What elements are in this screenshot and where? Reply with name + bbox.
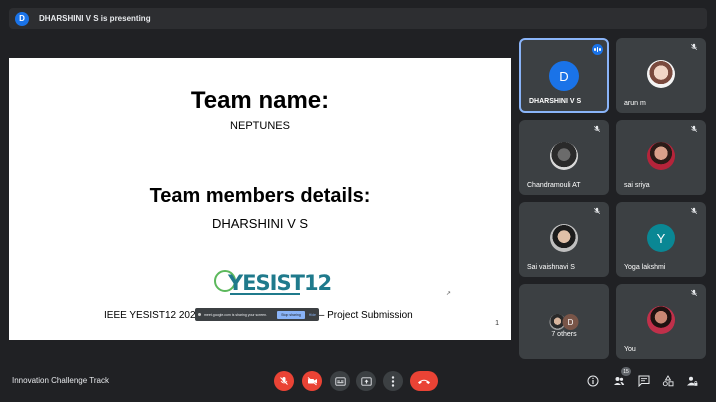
avatar (550, 224, 578, 252)
participant-name: DHARSHINI V S (529, 98, 582, 105)
participant-tile[interactable]: Y Yoga lakshmi (616, 202, 706, 277)
mic-off-icon (690, 289, 698, 297)
avatar: D (549, 61, 579, 91)
screen-share-toast: meet.google.com is sharing your screen. … (195, 308, 319, 321)
presenting-banner: D DHARSHINI V S is presenting (9, 8, 707, 29)
present-screen-icon (360, 376, 372, 386)
mic-off-icon (690, 125, 698, 133)
participant-tile[interactable]: Sai vaishnavi S (519, 202, 609, 277)
others-tile[interactable]: D 7 others (519, 284, 609, 359)
slide-page-number: 1 (495, 320, 499, 327)
logo-underline (230, 293, 300, 295)
chat-icon (638, 375, 650, 387)
participant-tile[interactable]: D DHARSHINI V S (519, 38, 609, 113)
logo-text: YESIST12 (228, 271, 332, 295)
more-options-button[interactable] (383, 371, 403, 391)
participant-name: Yoga lakshmi (624, 264, 666, 271)
participant-name: sai sriya (624, 182, 650, 189)
mic-off-icon (690, 207, 698, 215)
participants-button[interactable]: 15 (611, 367, 631, 389)
info-icon (587, 375, 599, 387)
slide-title-members: Team members details: (149, 185, 371, 207)
avatar: Y (647, 224, 675, 252)
mic-toggle-button[interactable] (274, 371, 294, 391)
participant-tile[interactable]: arun m (616, 38, 706, 113)
toast-text: meet.google.com is sharing your screen. (204, 312, 268, 317)
chat-button[interactable] (636, 373, 652, 389)
participant-count-badge: 15 (621, 367, 631, 376)
meeting-name: Innovation Challenge Track (12, 376, 109, 385)
others-avatars: D (549, 314, 579, 330)
mouse-cursor-icon: ↗ (446, 291, 452, 297)
avatar (647, 60, 675, 88)
people-icon (614, 377, 625, 385)
presenting-text: DHARSHINI V S is presenting (39, 14, 151, 23)
slide-title-team-name: Team name: (190, 87, 330, 114)
mic-off-icon (690, 43, 698, 51)
activities-icon (662, 375, 674, 387)
slide-team-name-value: NEPTUNES (230, 120, 290, 132)
participant-name: Chandramouli AT (527, 182, 581, 189)
slide-members-value: DHARSHINI V S (211, 216, 309, 231)
speaking-indicator-icon (592, 44, 603, 55)
lock-person-icon (687, 376, 698, 386)
others-count-label: 7 others (551, 331, 577, 338)
host-controls-button[interactable] (684, 373, 700, 389)
meet-window: D DHARSHINI V S is presenting Team name:… (0, 0, 716, 402)
stop-sharing-button[interactable]: Stop sharing (277, 310, 305, 319)
hide-toast-button[interactable]: Hide (309, 313, 316, 317)
meeting-details-button[interactable] (585, 373, 601, 389)
self-tile[interactable]: You (616, 284, 706, 359)
toast-dot-icon (198, 313, 201, 316)
captions-button[interactable] (330, 371, 350, 391)
camera-off-icon (307, 377, 317, 386)
participant-name: You (624, 346, 636, 353)
hang-up-icon (418, 379, 430, 384)
presenter-avatar: D (15, 11, 29, 26)
mic-off-icon (593, 207, 601, 215)
avatar: D (562, 314, 579, 330)
leave-call-button[interactable] (410, 371, 438, 391)
avatar (647, 142, 675, 170)
slide-footer-right: k – Project Submission (311, 310, 413, 321)
avatar (550, 142, 578, 170)
participant-tile[interactable]: Chandramouli AT (519, 120, 609, 195)
participant-tile[interactable]: sai sriya (616, 120, 706, 195)
yesist12-logo: YESIST12 (214, 268, 332, 298)
avatar (647, 306, 675, 334)
shared-screen: Team name: NEPTUNES Team members details… (9, 58, 511, 340)
camera-toggle-button[interactable] (302, 371, 322, 391)
participant-name: Sai vaishnavi S (527, 264, 575, 271)
mic-off-icon (593, 125, 601, 133)
captions-icon (334, 376, 346, 386)
slide-footer-left: IEEE YESIST12 202 (104, 310, 196, 321)
participant-name: arun m (624, 100, 646, 107)
present-now-button[interactable] (356, 371, 376, 391)
more-vertical-icon (391, 375, 395, 387)
activities-button[interactable] (660, 373, 676, 389)
mic-off-icon (280, 377, 288, 385)
